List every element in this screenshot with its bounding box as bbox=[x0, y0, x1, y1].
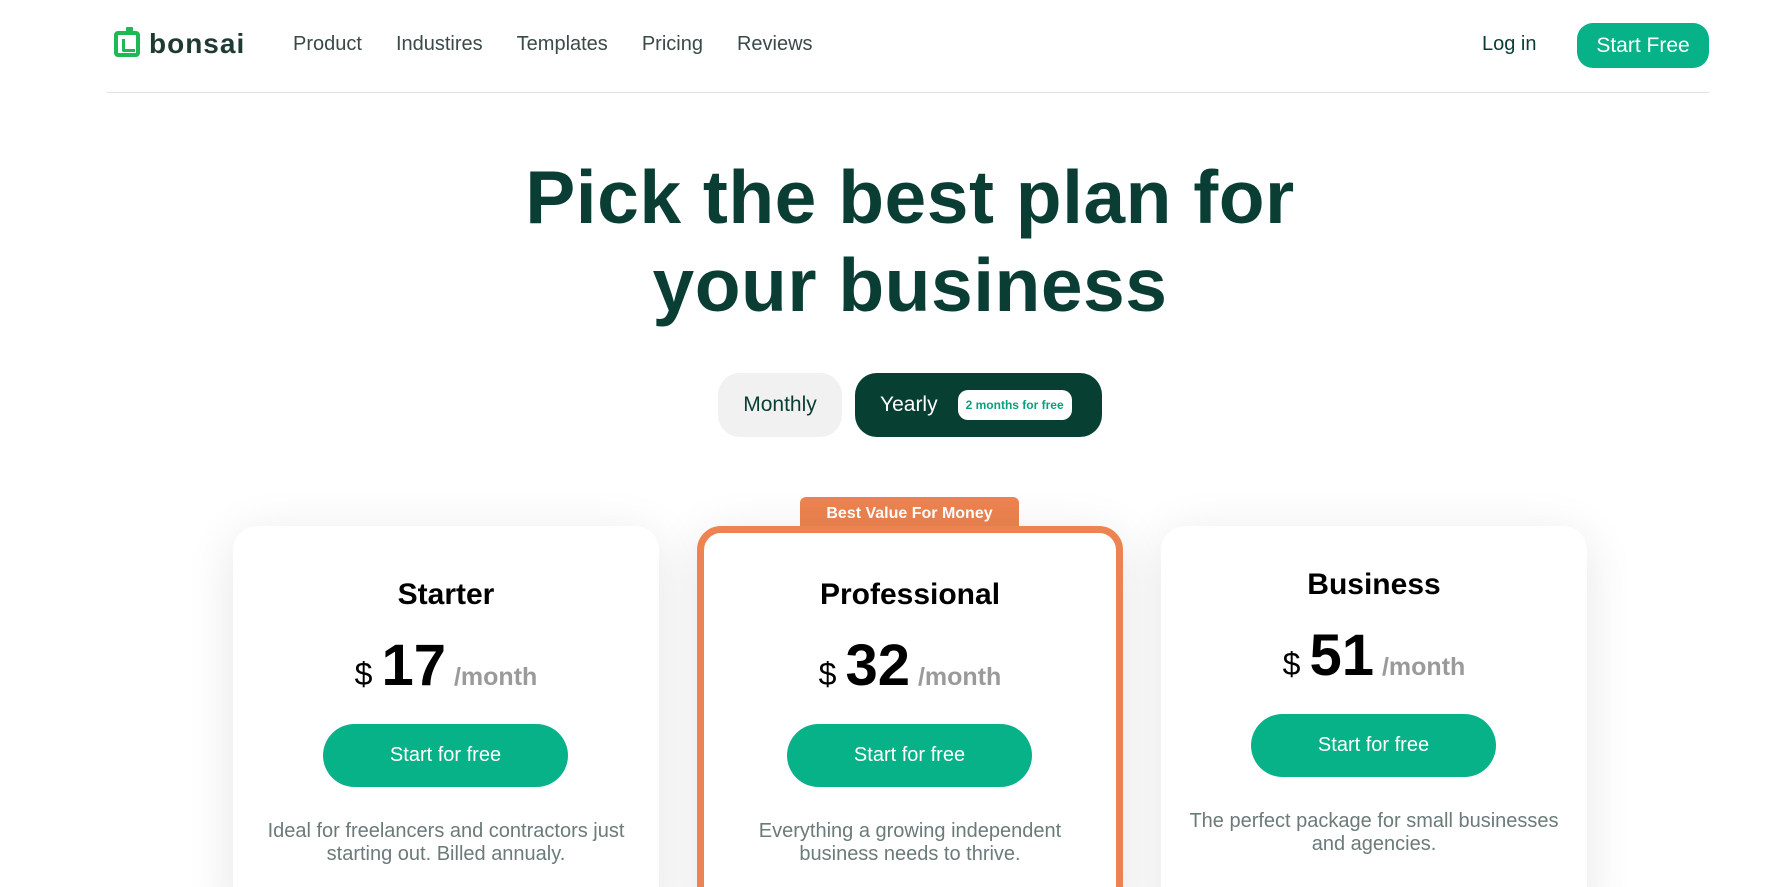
bonsai-logo-icon bbox=[114, 27, 140, 57]
price-currency: $ bbox=[1282, 646, 1301, 682]
billing-monthly-toggle[interactable]: Monthly bbox=[718, 373, 842, 437]
page-title-line-2: your business bbox=[652, 243, 1168, 327]
nav-item-industries[interactable]: Industires bbox=[396, 33, 483, 56]
price-amount: 32 bbox=[845, 633, 910, 698]
billing-yearly-toggle[interactable]: Yearly 2 months for free bbox=[855, 373, 1102, 437]
billing-yearly-label: Yearly bbox=[880, 393, 938, 416]
plan-card-business: Business $ 51 /month Start for free The … bbox=[1161, 526, 1587, 887]
nav-item-templates[interactable]: Templates bbox=[517, 33, 608, 56]
start-for-free-button[interactable]: Start for free bbox=[1251, 714, 1496, 777]
plan-price: $ 17 /month bbox=[233, 632, 659, 699]
nav-item-product[interactable]: Product bbox=[293, 33, 362, 56]
price-amount: 51 bbox=[1309, 623, 1374, 688]
price-currency: $ bbox=[354, 656, 373, 692]
plan-description: Everything a growing independent busines… bbox=[758, 820, 1062, 865]
start-for-free-button[interactable]: Start for free bbox=[787, 724, 1032, 787]
site-header: bonsai Product Industires Templates Pric… bbox=[107, 0, 1709, 93]
price-period: /month bbox=[453, 663, 538, 691]
start-free-button[interactable]: Start Free bbox=[1577, 23, 1709, 68]
brand-name: bonsai bbox=[149, 28, 246, 59]
plan-card-starter: Starter $ 17 /month Start for free Ideal… bbox=[233, 526, 659, 887]
login-link[interactable]: Log in bbox=[1482, 33, 1537, 56]
main-nav: Product Industires Templates Pricing Rev… bbox=[293, 33, 847, 56]
price-period: /month bbox=[917, 663, 1002, 691]
page-title: Pick the best plan for your business bbox=[0, 153, 1778, 329]
plan-name: Business bbox=[1307, 568, 1441, 601]
page-title-line-1: Pick the best plan for bbox=[525, 155, 1295, 239]
plan-description: The perfect package for small businesses… bbox=[1189, 810, 1559, 855]
price-period: /month bbox=[1381, 653, 1466, 681]
plan-price: $ 51 /month bbox=[1161, 622, 1587, 689]
plan-price: $ 32 /month bbox=[704, 632, 1116, 699]
yearly-discount-badge: 2 months for free bbox=[957, 390, 1072, 420]
nav-item-pricing[interactable]: Pricing bbox=[642, 33, 703, 56]
price-amount: 17 bbox=[381, 633, 446, 698]
nav-item-reviews[interactable]: Reviews bbox=[737, 33, 813, 56]
brand-logo[interactable]: bonsai bbox=[114, 27, 246, 60]
start-for-free-button[interactable]: Start for free bbox=[323, 724, 568, 787]
plan-name: Professional bbox=[819, 578, 1001, 611]
plan-name: Starter bbox=[397, 578, 495, 611]
price-currency: $ bbox=[818, 656, 837, 692]
plan-description: Ideal for freelancers and contractors ju… bbox=[267, 820, 625, 865]
plan-card-professional: Professional $ 32 /month Start for free … bbox=[697, 526, 1123, 887]
